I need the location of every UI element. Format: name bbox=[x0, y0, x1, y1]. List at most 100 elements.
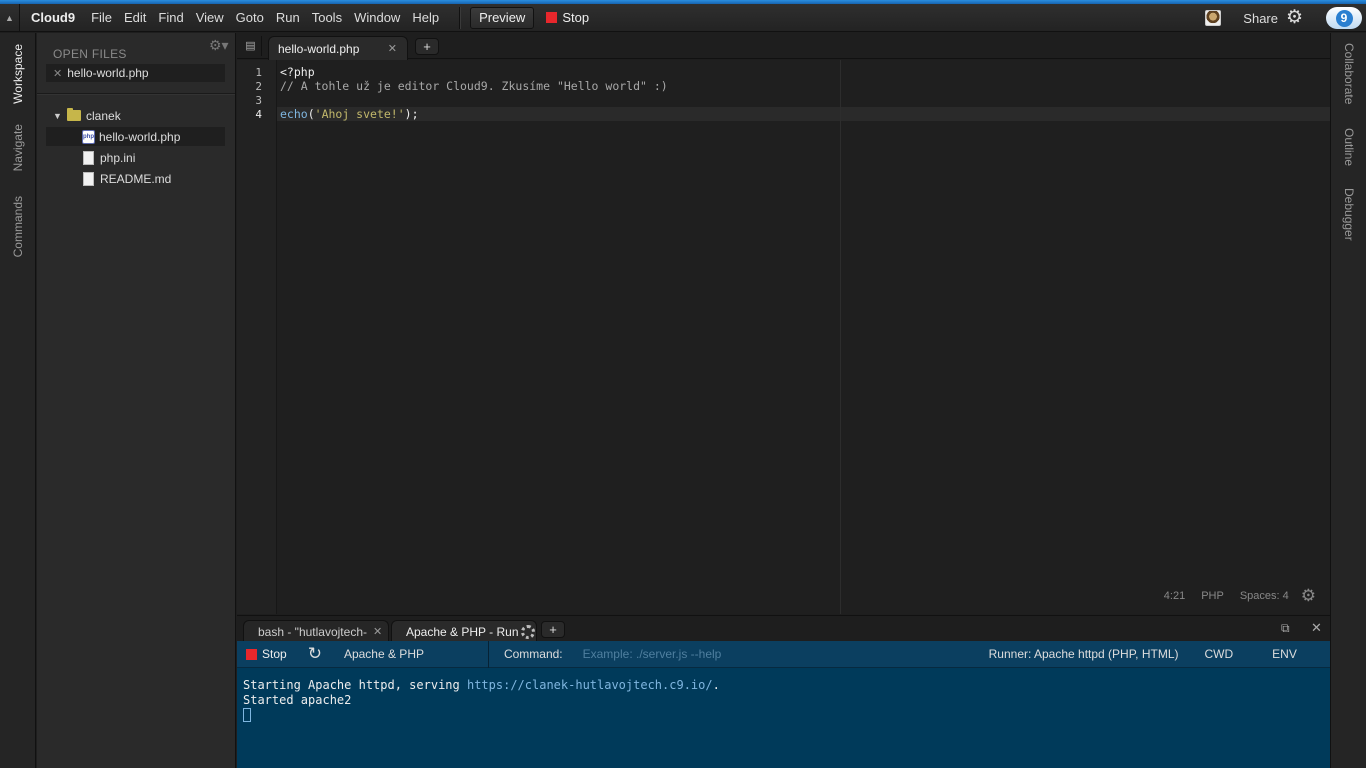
tabs-menu-icon[interactable]: ▤ bbox=[240, 36, 262, 56]
line-gutter: 1 2 3 4 bbox=[237, 60, 277, 614]
restart-icon[interactable]: ↻ bbox=[308, 644, 322, 664]
close-icon[interactable]: ✕ bbox=[373, 625, 382, 638]
tab-navigate[interactable]: Navigate bbox=[0, 121, 36, 175]
runner-select[interactable]: Runner: Apache httpd (PHP, HTML) bbox=[989, 647, 1179, 661]
tab-workspace[interactable]: Workspace bbox=[0, 41, 36, 107]
env-button[interactable]: ENV bbox=[1272, 647, 1297, 661]
new-tab-plus-icon[interactable]: + bbox=[415, 38, 439, 55]
terminal-text: Starting Apache httpd, serving bbox=[243, 678, 467, 692]
menu-view[interactable]: View bbox=[190, 10, 230, 25]
console-tab-label: Apache & PHP - Run bbox=[406, 624, 519, 639]
runner-stop-label: Stop bbox=[262, 647, 287, 661]
editor-status-bar: 4:21 PHP Spaces: 4 ⚙ bbox=[1148, 586, 1316, 606]
menu-help[interactable]: Help bbox=[406, 10, 445, 25]
open-file-name: hello-world.php bbox=[67, 66, 149, 80]
code-paren: ); bbox=[404, 107, 419, 121]
menu-separator bbox=[459, 6, 461, 29]
code-editor[interactable]: 1 2 3 4 <?php // A tohle už je editor Cl… bbox=[237, 60, 1330, 614]
tree-file-hello-world[interactable]: php hello-world.php bbox=[46, 127, 225, 146]
cloud9-logo[interactable]: 9 bbox=[1322, 4, 1366, 32]
runner-stop-button[interactable]: Stop bbox=[246, 647, 287, 661]
open-file-item[interactable]: ✕ hello-world.php bbox=[46, 64, 225, 82]
stop-run-button[interactable]: Stop bbox=[546, 10, 589, 25]
editor-tab-bar: ▤ hello-world.php ✕ + bbox=[237, 33, 1330, 60]
ide-window: { "menubar": { "collapse_icon": "chevron… bbox=[0, 0, 1366, 768]
server-url-link[interactable]: https://clanek-hutlavojtech.c9.io/ bbox=[467, 678, 713, 692]
loading-spinner-icon bbox=[520, 624, 535, 639]
right-panel-bar: Collaborate Outline Debugger bbox=[1330, 33, 1366, 768]
menubar-right: Share ⚙ 9 bbox=[1205, 4, 1366, 32]
editor-tab[interactable]: hello-world.php ✕ bbox=[268, 36, 408, 60]
editor-tab-label: hello-world.php bbox=[278, 41, 360, 56]
language-mode[interactable]: PHP bbox=[1201, 590, 1224, 602]
caret-down-icon[interactable]: ▼ bbox=[53, 111, 67, 121]
command-label: Command: bbox=[503, 647, 563, 661]
console-tab-runner[interactable]: Apache & PHP - Run bbox=[391, 620, 537, 642]
cwd-button[interactable]: CWD bbox=[1205, 647, 1234, 661]
line-number: 4 bbox=[255, 108, 262, 121]
close-panel-icon[interactable]: ✕ bbox=[1311, 620, 1322, 636]
menu-edit[interactable]: Edit bbox=[118, 10, 152, 25]
tree-file-php-ini[interactable]: php.ini bbox=[46, 148, 225, 167]
sidebar-gear-icon[interactable]: ⚙▾ bbox=[209, 37, 229, 54]
close-icon[interactable]: ✕ bbox=[53, 67, 62, 80]
tree-file-readme[interactable]: README.md bbox=[46, 169, 225, 188]
settings-gear-icon[interactable]: ⚙ bbox=[1286, 8, 1306, 28]
tree-file-label: README.md bbox=[100, 171, 172, 186]
share-button[interactable]: Share bbox=[1243, 11, 1278, 26]
code-keyword: echo bbox=[280, 107, 308, 121]
preview-button[interactable]: Preview bbox=[470, 6, 535, 29]
tab-debugger[interactable]: Debugger bbox=[1331, 185, 1366, 243]
tab-outline[interactable]: Outline bbox=[1331, 125, 1366, 169]
menu-goto[interactable]: Goto bbox=[230, 10, 270, 25]
indent-setting[interactable]: Spaces: 4 bbox=[1240, 590, 1289, 602]
console-tab-bash[interactable]: bash - "hutlavojtech- ✕ bbox=[243, 620, 389, 642]
file-icon bbox=[83, 171, 94, 186]
terminal-text: . bbox=[712, 678, 720, 692]
user-avatar[interactable] bbox=[1205, 10, 1222, 26]
line-number: 3 bbox=[255, 94, 262, 107]
command-input[interactable] bbox=[582, 644, 973, 664]
new-terminal-plus-icon[interactable]: + bbox=[541, 621, 565, 638]
sidebar-divider bbox=[37, 93, 235, 94]
stop-icon bbox=[246, 648, 257, 660]
editor-settings-gear-icon[interactable]: ⚙ bbox=[1301, 586, 1316, 606]
chevron-up-icon[interactable]: ▲ bbox=[0, 3, 20, 32]
stop-icon bbox=[546, 12, 558, 23]
menu-window[interactable]: Window bbox=[348, 10, 406, 25]
tree-folder-label: clanek bbox=[86, 108, 121, 123]
terminal-line-1: Starting Apache httpd, serving https://c… bbox=[243, 678, 1324, 693]
left-panel-bar: Workspace Navigate Commands bbox=[0, 33, 36, 768]
menu-tools[interactable]: Tools bbox=[306, 10, 348, 25]
console-tab-label: bash - "hutlavojtech- bbox=[258, 624, 367, 639]
close-icon[interactable]: ✕ bbox=[388, 42, 397, 55]
stop-label: Stop bbox=[562, 10, 590, 25]
file-icon bbox=[83, 150, 94, 165]
runner-name[interactable]: Apache & PHP bbox=[344, 647, 488, 661]
terminal-line-2: Started apache2 bbox=[243, 693, 352, 707]
php-file-icon: php bbox=[82, 129, 95, 144]
menu-run[interactable]: Run bbox=[270, 10, 306, 25]
cursor-position[interactable]: 4:21 bbox=[1164, 590, 1185, 602]
tab-collaborate[interactable]: Collaborate bbox=[1331, 39, 1366, 109]
tree-folder-clanek[interactable]: ▼ clanek bbox=[46, 106, 225, 125]
code-line-4: echo('Ahoj svete!'); bbox=[280, 107, 419, 121]
line-number: 1 bbox=[255, 66, 262, 79]
terminal-output[interactable]: Starting Apache httpd, serving https://c… bbox=[237, 668, 1330, 768]
tab-commands[interactable]: Commands bbox=[0, 193, 36, 261]
workspace-sidebar: ⚙▾ OPEN FILES ✕ hello-world.php ▼ clanek… bbox=[37, 33, 236, 768]
restore-window-icon[interactable]: ⧉ bbox=[1281, 621, 1290, 636]
code-text[interactable]: <?php // A tohle už je editor Cloud9. Zk… bbox=[280, 60, 1330, 614]
menu-file[interactable]: File bbox=[85, 10, 118, 25]
line-number: 2 bbox=[255, 80, 262, 93]
code-line-2: // A tohle už je editor Cloud9. Zkusíme … bbox=[280, 79, 668, 93]
code-line-1: <?php bbox=[280, 65, 315, 79]
tree-file-label: hello-world.php bbox=[99, 129, 181, 144]
menu-find[interactable]: Find bbox=[152, 10, 189, 25]
runner-toolbar: Stop ↻ Apache & PHP Command: Runner: Apa… bbox=[237, 640, 1330, 668]
runner-divider bbox=[487, 640, 489, 668]
open-files-title: OPEN FILES bbox=[53, 47, 127, 61]
tree-file-label: php.ini bbox=[100, 150, 136, 165]
terminal-line-3 bbox=[243, 708, 1324, 723]
brand-menu[interactable]: Cloud9 bbox=[31, 10, 75, 25]
